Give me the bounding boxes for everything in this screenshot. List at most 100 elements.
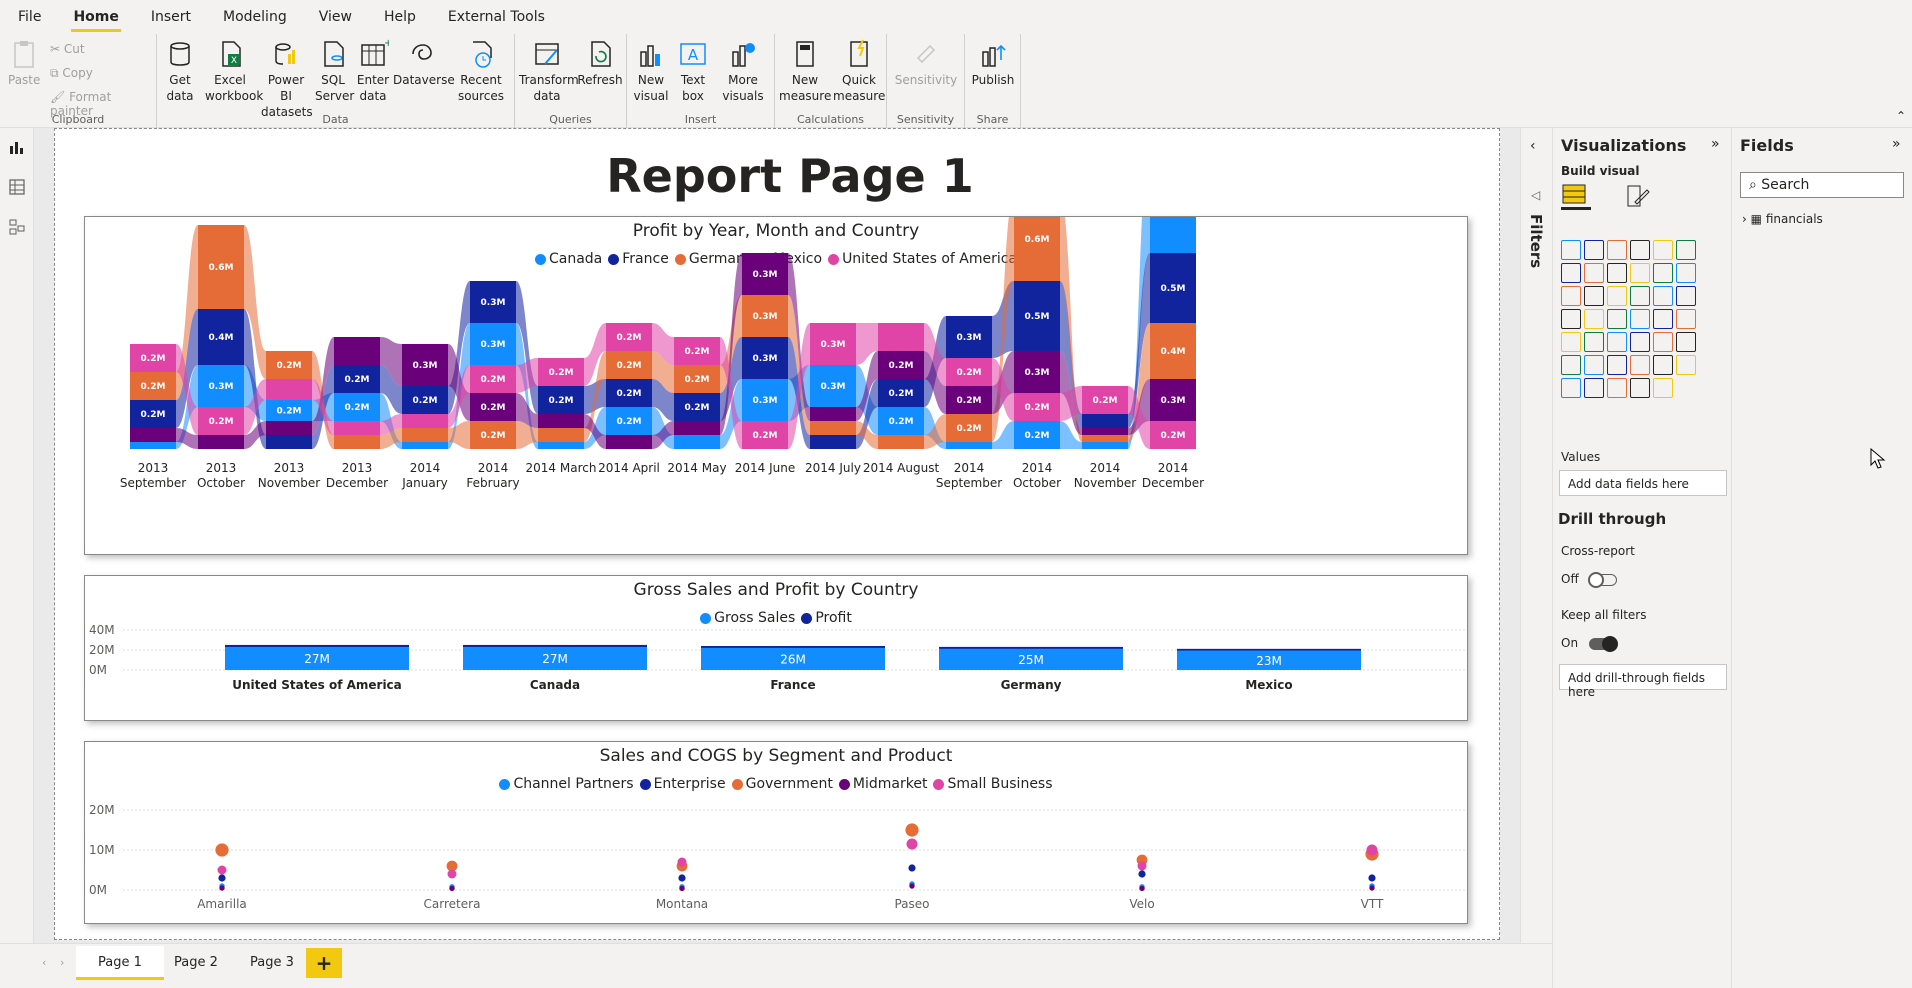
visual-type-icon[interactable] bbox=[1584, 286, 1604, 306]
visual-type-icon[interactable] bbox=[1630, 309, 1650, 329]
visual-type-icon[interactable] bbox=[1653, 378, 1673, 398]
menu-help[interactable]: Help bbox=[384, 0, 416, 34]
visual-type-icon[interactable] bbox=[1653, 355, 1673, 375]
recent-sources-button[interactable]: Recent sources bbox=[453, 38, 509, 104]
visual-type-icon[interactable] bbox=[1676, 286, 1696, 306]
new-measure-button[interactable]: New measure bbox=[779, 38, 831, 104]
menu-external-tools[interactable]: External Tools bbox=[448, 0, 545, 34]
add-page-button[interactable]: + bbox=[306, 948, 342, 978]
excel-workbook-button[interactable]: X Excel workbook bbox=[205, 38, 263, 104]
visual-type-icon[interactable] bbox=[1561, 355, 1581, 375]
visual-type-icon[interactable] bbox=[1607, 309, 1627, 329]
visual-type-icon[interactable] bbox=[1584, 263, 1604, 283]
sensitivity-button[interactable]: Sensitivity bbox=[891, 38, 961, 88]
visual-type-icon[interactable] bbox=[1676, 240, 1696, 260]
collapse-fields-icon[interactable]: » bbox=[1892, 136, 1901, 152]
scatter-chart-visual[interactable]: Sales and COGS by Segment and Product Ch… bbox=[84, 741, 1468, 924]
menu-file[interactable]: File bbox=[18, 0, 41, 34]
fields-search-input[interactable]: ⌕ Search bbox=[1740, 172, 1904, 198]
visual-type-icon[interactable] bbox=[1630, 332, 1650, 352]
refresh-button[interactable]: Refresh bbox=[577, 38, 623, 88]
visual-type-icon[interactable] bbox=[1584, 332, 1604, 352]
menu-home[interactable]: Home bbox=[71, 0, 122, 34]
copy-button[interactable]: ⧉ Copy bbox=[50, 66, 93, 81]
visual-type-icon[interactable] bbox=[1561, 378, 1581, 398]
sql-server-button[interactable]: SQL Server bbox=[315, 38, 354, 104]
quick-measure-button[interactable]: Quick measure bbox=[833, 38, 885, 104]
values-drop-well[interactable]: Add data fields here bbox=[1559, 470, 1727, 496]
data-label: 0.3M bbox=[821, 382, 846, 392]
menu-bar: File Home Insert Modeling View Help Exte… bbox=[0, 0, 1912, 34]
visual-type-icon[interactable] bbox=[1676, 263, 1696, 283]
collapse-viz-icon[interactable]: » bbox=[1711, 136, 1720, 152]
visual-type-icon[interactable] bbox=[1676, 309, 1696, 329]
collapse-ribbon-icon[interactable]: ⌃ bbox=[1896, 109, 1906, 123]
paste-button[interactable]: Paste bbox=[8, 38, 40, 88]
get-data-button[interactable]: Get data bbox=[161, 38, 199, 104]
data-view-icon[interactable] bbox=[8, 178, 26, 196]
model-view-icon[interactable] bbox=[8, 218, 26, 236]
keep-filters-toggle[interactable] bbox=[1589, 636, 1618, 652]
visual-type-icon[interactable] bbox=[1607, 332, 1627, 352]
visual-type-icon[interactable] bbox=[1630, 240, 1650, 260]
visual-type-icon[interactable] bbox=[1584, 309, 1604, 329]
tab-page-3[interactable]: Page 3 bbox=[228, 946, 316, 980]
visual-type-icon[interactable] bbox=[1561, 332, 1581, 352]
visual-type-icon[interactable] bbox=[1653, 263, 1673, 283]
next-page-icon[interactable]: › bbox=[60, 956, 64, 969]
publish-button[interactable]: Publish bbox=[969, 38, 1017, 88]
build-visual-tab[interactable] bbox=[1561, 182, 1591, 210]
tab-page-2[interactable]: Page 2 bbox=[152, 946, 240, 980]
more-visuals-button[interactable]: More visuals bbox=[715, 38, 771, 104]
report-view-icon[interactable] bbox=[8, 138, 26, 156]
visual-type-icon[interactable] bbox=[1607, 378, 1627, 398]
visual-type-icon[interactable] bbox=[1561, 263, 1581, 283]
cut-button[interactable]: ✂ Cut bbox=[50, 42, 85, 56]
visual-type-icon[interactable] bbox=[1630, 378, 1650, 398]
cross-report-toggle[interactable] bbox=[1588, 572, 1617, 588]
report-title[interactable]: Report Page 1 bbox=[55, 149, 1525, 203]
visual-type-icon[interactable] bbox=[1561, 309, 1581, 329]
visual-type-icon[interactable] bbox=[1584, 378, 1604, 398]
visual-type-icon[interactable] bbox=[1630, 263, 1650, 283]
visual-type-icon[interactable] bbox=[1607, 286, 1627, 306]
menu-view[interactable]: View bbox=[319, 0, 352, 34]
visual-type-icon[interactable] bbox=[1607, 355, 1627, 375]
visual-type-icon[interactable] bbox=[1630, 286, 1650, 306]
visual-type-icon[interactable] bbox=[1676, 332, 1696, 352]
ribbon-chart-visual[interactable]: Profit by Year, Month and Country Canada… bbox=[84, 216, 1468, 555]
visual-type-icon[interactable] bbox=[1561, 240, 1581, 260]
expand-filters-icon[interactable]: ‹ bbox=[1530, 138, 1536, 154]
visual-type-icon[interactable] bbox=[1653, 240, 1673, 260]
text-box-button[interactable]: A Text box bbox=[675, 38, 711, 104]
enter-data-button[interactable]: + Enter data bbox=[355, 38, 391, 104]
powerbi-datasets-button[interactable]: Power BI datasets bbox=[261, 38, 313, 120]
filters-pane-collapsed[interactable]: ‹ ◁ Filters bbox=[1520, 128, 1552, 958]
visual-type-icon[interactable] bbox=[1653, 286, 1673, 306]
visual-type-icon[interactable] bbox=[1584, 355, 1604, 375]
visual-type-icon[interactable] bbox=[1676, 355, 1696, 375]
x-axis-label: 2014 bbox=[1158, 461, 1189, 475]
visual-type-icon[interactable] bbox=[1630, 355, 1650, 375]
table-financials[interactable]: › ▦ financials bbox=[1742, 212, 1823, 226]
visual-type-icon[interactable] bbox=[1607, 240, 1627, 260]
prev-page-icon[interactable]: ‹ bbox=[42, 956, 46, 969]
menu-insert[interactable]: Insert bbox=[151, 0, 191, 34]
transform-data-button[interactable]: Transform data bbox=[519, 38, 579, 104]
data-label: 0.3M bbox=[821, 340, 846, 350]
visual-type-icon[interactable] bbox=[1561, 286, 1581, 306]
scatter-point bbox=[1369, 885, 1375, 891]
visual-type-icon[interactable] bbox=[1653, 332, 1673, 352]
dataverse-button[interactable]: Dataverse bbox=[393, 38, 455, 88]
new-visual-button[interactable]: New visual bbox=[631, 38, 671, 104]
bar-profit bbox=[1177, 648, 1361, 651]
visual-type-icon[interactable] bbox=[1607, 263, 1627, 283]
format-visual-tab[interactable] bbox=[1625, 184, 1651, 212]
drill-through-drop-well[interactable]: Add drill-through fields here bbox=[1559, 664, 1727, 699]
format-brush-icon bbox=[1627, 185, 1650, 207]
bar-chart-visual[interactable]: Gross Sales and Profit by Country Gross … bbox=[84, 575, 1468, 721]
tab-page-1[interactable]: Page 1 bbox=[76, 946, 164, 980]
menu-modeling[interactable]: Modeling bbox=[223, 0, 287, 34]
visual-type-icon[interactable] bbox=[1653, 309, 1673, 329]
visual-type-icon[interactable] bbox=[1584, 240, 1604, 260]
